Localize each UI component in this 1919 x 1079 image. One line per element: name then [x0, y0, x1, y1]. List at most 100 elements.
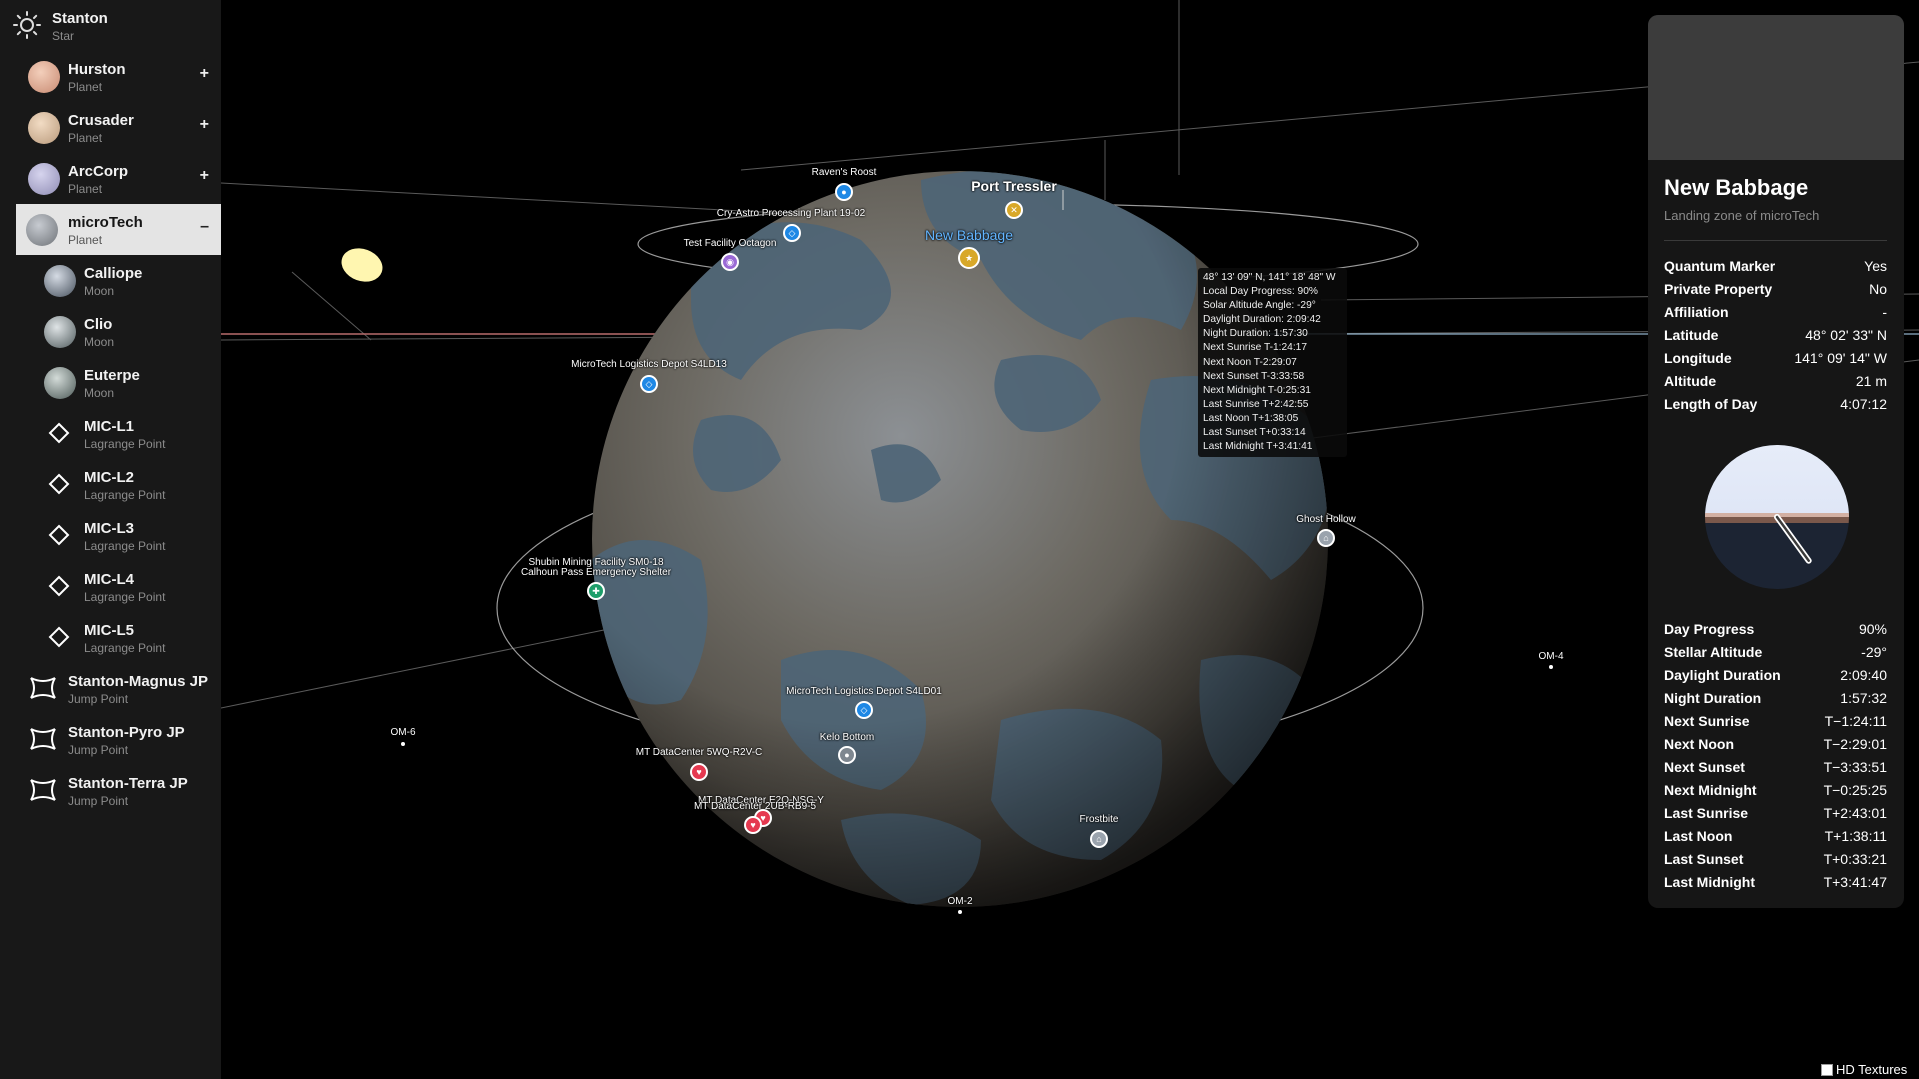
tooltip-line: Local Day Progress: 90% [1203, 286, 1318, 298]
datacenter-2ub-marker[interactable]: ♥ [744, 816, 762, 834]
property-row: Quantum Marker Yes [1664, 258, 1887, 280]
tooltip-line: Night Duration: 1:57:30 [1203, 328, 1308, 340]
map-label-cry-astro: Cry-Astro Processing Plant 19-02 [716, 208, 866, 219]
property-value: 48° 02' 33" N [1805, 327, 1887, 343]
port-tressler-marker[interactable]: ✕ [1005, 201, 1023, 219]
sidebar-item-label: Calliope [84, 265, 143, 282]
map-label-test-facility: Test Facility Octagon [683, 238, 777, 249]
sidebar-item-type: Moon [84, 386, 115, 400]
time-row: Last Midnight T+3:41:47 [1664, 874, 1887, 896]
time-value: T−1:24:11 [1824, 713, 1887, 729]
property-value: 4:07:12 [1840, 396, 1887, 412]
diamond-icon [48, 575, 70, 597]
location-info-panel: New Babbage Landing zone of microTech Qu… [1648, 15, 1904, 908]
kelo-bottom-marker[interactable]: ● [838, 746, 856, 764]
sidebar-item-type: Jump Point [68, 692, 129, 706]
sidebar-item-type: Lagrange Point [84, 488, 166, 502]
property-value: 141° 09' 14" W [1794, 350, 1887, 366]
sidebar-item-type: Moon [84, 284, 115, 298]
sidebar-item-euterpe[interactable]: Euterpe Moon [0, 357, 221, 408]
jump-point-icon [28, 675, 58, 701]
sidebar-item-mic-l3[interactable]: MIC-L3 Lagrange Point [0, 510, 221, 561]
sidebar-item-type: Jump Point [68, 743, 129, 757]
sidebar-item-label: microTech [68, 214, 143, 231]
sidebar-item-type: Planet [68, 131, 103, 145]
sidebar-item-hurston[interactable]: Hurston Planet + [0, 51, 221, 102]
sidebar-item-stanton-magnus-jp[interactable]: Stanton-Magnus JP Jump Point [0, 663, 221, 714]
euterpe-moon-icon [44, 367, 76, 399]
diamond-icon [48, 422, 70, 444]
arccorp-planet-icon [28, 163, 60, 195]
location-image-placeholder [1648, 15, 1904, 160]
time-key: Last Noon [1664, 828, 1733, 844]
property-value: Yes [1864, 258, 1887, 274]
sidebar-item-arccorp[interactable]: ArcCorp Planet + [0, 153, 221, 204]
hd-textures-checkbox[interactable] [1821, 1063, 1833, 1076]
sun-icon [12, 10, 42, 40]
logistics-s4ld01-marker[interactable]: ◇ [855, 701, 873, 719]
sidebar-item-mic-l2[interactable]: MIC-L2 Lagrange Point [0, 459, 221, 510]
map-label-frostbite: Frostbite [1079, 814, 1119, 825]
time-value: -29° [1861, 644, 1887, 660]
map-label-ravens-roost: Raven's Roost [811, 167, 877, 178]
time-row: Next Midnight T−0:25:25 [1664, 782, 1887, 804]
sidebar-item-label: Clio [84, 316, 113, 333]
location-tooltip: 48° 13' 09" N, 141° 18' 48" W Local Day … [1198, 268, 1347, 457]
new-babbage-marker[interactable]: ★ [958, 247, 980, 269]
sidebar-item-calliope[interactable]: Calliope Moon [0, 255, 221, 306]
cry-astro-marker[interactable]: ◇ [783, 224, 801, 242]
expand-toggle[interactable]: + [200, 167, 209, 185]
calhoun-marker[interactable]: ✚ [587, 582, 605, 600]
sidebar-item-type: Moon [84, 335, 115, 349]
map-label-datacenter-2ub: MT DataCenter 2UB-RB9-5 [693, 801, 817, 812]
logistics-s4ld13-marker[interactable]: ◇ [640, 375, 658, 393]
sidebar-item-microtech[interactable]: microTech Planet – [16, 204, 221, 255]
sidebar-item-stanton-terra-jp[interactable]: Stanton-Terra JP Jump Point [0, 765, 221, 816]
sidebar-item-mic-l4[interactable]: MIC-L4 Lagrange Point [0, 561, 221, 612]
sidebar-item-label: MIC-L5 [84, 622, 134, 639]
expand-toggle[interactable]: + [200, 116, 209, 134]
time-key: Last Sunrise [1664, 805, 1749, 821]
time-key: Last Midnight [1664, 874, 1755, 890]
time-key: Last Sunset [1664, 851, 1744, 867]
time-value: T+2:43:01 [1823, 805, 1887, 821]
sidebar-item-type: Planet [68, 80, 103, 94]
map-label-ghost-hollow: Ghost Hollow [1296, 514, 1356, 525]
location-subtitle: Landing zone of microTech [1664, 208, 1820, 223]
sidebar-item-stanton-pyro-jp[interactable]: Stanton-Pyro JP Jump Point [0, 714, 221, 765]
datacenter-5wq-marker[interactable]: ♥ [690, 763, 708, 781]
tooltip-line: Next Sunset T-3:33:58 [1203, 370, 1305, 382]
tooltip-line: Last Sunset T+0:33:14 [1203, 427, 1306, 439]
time-row: Last Sunset T+0:33:21 [1664, 851, 1887, 873]
ghost-hollow-marker[interactable]: ⌂ [1317, 529, 1335, 547]
sidebar-item-mic-l1[interactable]: MIC-L1 Lagrange Point [0, 408, 221, 459]
expand-toggle[interactable]: + [200, 65, 209, 83]
jump-point-icon [28, 726, 58, 752]
collapse-toggle[interactable]: – [200, 218, 209, 236]
time-row: Daylight Duration 2:09:40 [1664, 667, 1887, 689]
time-key: Daylight Duration [1664, 667, 1781, 683]
frostbite-marker[interactable]: ⌂ [1090, 830, 1108, 848]
sidebar-item-label: ArcCorp [68, 163, 129, 180]
diamond-icon [48, 473, 70, 495]
time-row: Next Sunset T−3:33:51 [1664, 759, 1887, 781]
hd-textures-label: HD Textures [1836, 1062, 1908, 1077]
hurston-planet-icon [28, 61, 60, 93]
hd-textures-toggle[interactable]: HD Textures [1821, 1062, 1907, 1077]
time-key: Next Noon [1664, 736, 1734, 752]
map-label-om-4: OM-4 [1538, 651, 1564, 662]
map-label-new-babbage: New Babbage [925, 227, 1013, 243]
ravens-roost-marker[interactable]: ● [835, 183, 853, 201]
time-value: T+1:38:11 [1824, 828, 1887, 844]
sidebar-item-stanton[interactable]: Stanton Star [0, 0, 221, 51]
sidebar-item-clio[interactable]: Clio Moon [0, 306, 221, 357]
time-key: Next Sunrise [1664, 713, 1750, 729]
sidebar-item-mic-l5[interactable]: MIC-L5 Lagrange Point [0, 612, 221, 663]
sidebar-item-type: Jump Point [68, 794, 129, 808]
sidebar-item-crusader[interactable]: Crusader Planet + [0, 102, 221, 153]
day-progress-dial [1705, 445, 1849, 589]
time-row: Last Noon T+1:38:11 [1664, 828, 1887, 850]
test-facility-marker[interactable]: ◉ [721, 253, 739, 271]
microtech-planet-icon [26, 214, 58, 246]
tooltip-line: Next Sunrise T-1:24:17 [1203, 342, 1308, 354]
